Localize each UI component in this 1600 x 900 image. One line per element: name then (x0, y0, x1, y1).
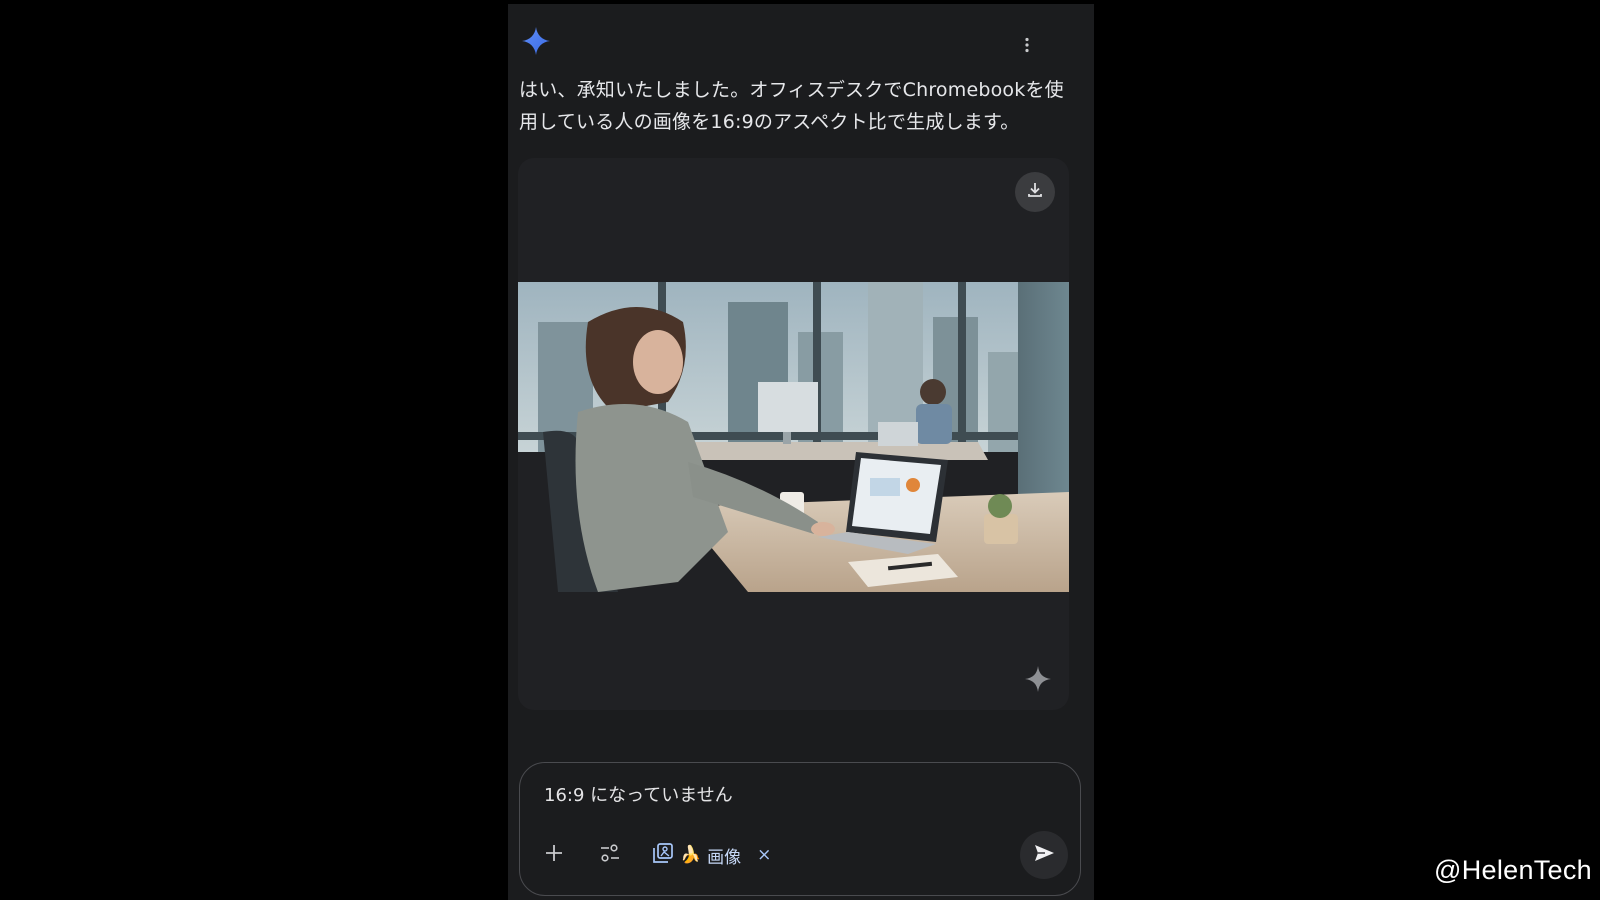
add-button[interactable] (536, 837, 572, 873)
channel-watermark: @HelenTech (1434, 855, 1592, 885)
download-button[interactable] (1015, 172, 1055, 212)
image-tool-label: 画像 (707, 847, 742, 868)
screen: はい、承知いたしました。オフィスデスクでChromebookを使用している人の画… (0, 0, 1600, 900)
generated-image-card (518, 158, 1069, 710)
plus-icon (544, 843, 564, 867)
more-options-button[interactable] (1012, 32, 1042, 62)
download-icon (1025, 180, 1045, 204)
generated-image[interactable] (518, 282, 1069, 592)
tools-button[interactable] (592, 837, 628, 873)
gemini-sparkle-icon (521, 26, 551, 56)
gemini-app-window: はい、承知いたしました。オフィスデスクでChromebookを使用している人の画… (508, 4, 1094, 900)
prompt-input[interactable]: 16:9 になっていません (544, 783, 733, 809)
tune-icon (599, 843, 621, 867)
image-gallery-icon (652, 842, 674, 869)
prompt-composer[interactable]: 16:9 になっていません 🍌 画像 × (519, 762, 1081, 896)
chip-close-button[interactable]: × (757, 845, 771, 865)
send-icon (1032, 841, 1056, 869)
more-vert-icon (1024, 37, 1030, 57)
response-text: はい、承知いたしました。オフィスデスクでChromebookを使用している人の画… (519, 79, 1064, 133)
banana-emoji: 🍌 (680, 845, 702, 865)
send-button[interactable] (1020, 831, 1068, 879)
sparkle-icon (1023, 664, 1053, 694)
image-tool-chip[interactable]: 🍌 画像 × (652, 839, 771, 871)
